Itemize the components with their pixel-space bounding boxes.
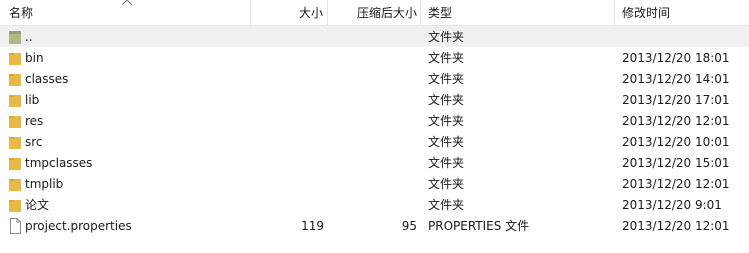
list-item-classes[interactable]: classes 文件夹 2013/12/20 14:01 bbox=[0, 68, 749, 89]
folder-icon bbox=[9, 74, 21, 86]
item-name: tmplib bbox=[25, 177, 64, 191]
item-modified: 2013/12/20 14:01 bbox=[622, 72, 730, 86]
folder-icon bbox=[9, 137, 21, 149]
list-item-tmpclasses[interactable]: tmpclasses 文件夹 2013/12/20 15:01 bbox=[0, 152, 749, 173]
list-item-lib[interactable]: lib 文件夹 2013/12/20 17:01 bbox=[0, 89, 749, 110]
item-size bbox=[251, 131, 324, 152]
item-name: src bbox=[25, 135, 43, 149]
item-type: 文件夹 bbox=[428, 156, 465, 170]
item-compressed-size bbox=[328, 131, 417, 152]
item-modified: 2013/12/20 12:01 bbox=[622, 177, 730, 191]
column-header-modified[interactable]: 修改时间 bbox=[615, 0, 749, 25]
item-size bbox=[251, 26, 324, 47]
list-item-project-properties[interactable]: project.properties 119 95 PROPERTIES 文件 … bbox=[0, 215, 749, 236]
list-item-thesis[interactable]: 论文 文件夹 2013/12/20 9:01 bbox=[0, 194, 749, 215]
item-modified: 2013/12/20 9:01 bbox=[622, 198, 722, 212]
item-size bbox=[251, 152, 324, 173]
item-type: 文件夹 bbox=[428, 135, 465, 149]
item-type: PROPERTIES 文件 bbox=[428, 219, 530, 233]
item-size bbox=[251, 68, 324, 89]
item-compressed-size: 95 bbox=[401, 219, 417, 233]
item-type: 文件夹 bbox=[428, 93, 465, 107]
folder-icon bbox=[9, 95, 21, 107]
item-compressed-size bbox=[328, 26, 417, 47]
folder-icon bbox=[9, 53, 21, 65]
item-name: res bbox=[25, 114, 44, 128]
item-type: 文件夹 bbox=[428, 198, 465, 212]
item-modified: 2013/12/20 15:01 bbox=[622, 156, 730, 170]
item-type: 文件夹 bbox=[428, 177, 465, 191]
column-header-name-label: 名称 bbox=[9, 6, 34, 20]
folder-up-icon bbox=[9, 31, 21, 44]
item-name: lib bbox=[25, 93, 40, 107]
item-compressed-size bbox=[328, 152, 417, 173]
item-modified: 2013/12/20 10:01 bbox=[622, 135, 730, 149]
item-name: classes bbox=[25, 72, 69, 86]
list-item-parent[interactable]: .. 文件夹 bbox=[0, 26, 749, 47]
item-name: .. bbox=[25, 30, 33, 44]
item-compressed-size bbox=[328, 68, 417, 89]
item-compressed-size bbox=[328, 173, 417, 194]
column-header-size-label: 大小 bbox=[298, 6, 323, 20]
folder-icon bbox=[9, 200, 21, 212]
item-size bbox=[251, 173, 324, 194]
column-header-type[interactable]: 类型 bbox=[421, 0, 614, 25]
column-header-compressed[interactable]: 压缩后大小 bbox=[328, 0, 420, 25]
item-type: 文件夹 bbox=[428, 51, 465, 65]
column-header-modified-label: 修改时间 bbox=[622, 6, 671, 20]
folder-icon bbox=[9, 179, 21, 191]
list-item-tmplib[interactable]: tmplib 文件夹 2013/12/20 12:01 bbox=[0, 173, 749, 194]
column-header-size[interactable]: 大小 bbox=[251, 0, 326, 25]
file-icon bbox=[10, 218, 21, 234]
item-modified: 2013/12/20 17:01 bbox=[622, 93, 730, 107]
item-name: project.properties bbox=[25, 219, 132, 233]
item-type: 文件夹 bbox=[428, 30, 465, 44]
item-compressed-size bbox=[328, 194, 417, 215]
item-name: tmpclasses bbox=[25, 156, 93, 170]
item-compressed-size bbox=[328, 89, 417, 110]
item-type: 文件夹 bbox=[428, 114, 465, 128]
item-modified bbox=[622, 26, 749, 47]
item-type: 文件夹 bbox=[428, 72, 465, 86]
item-modified: 2013/12/20 12:01 bbox=[622, 219, 730, 233]
item-modified: 2013/12/20 12:01 bbox=[622, 114, 730, 128]
item-compressed-size bbox=[328, 47, 417, 68]
item-size bbox=[251, 89, 324, 110]
column-header: 名称 大小 压缩后大小 类型 修改时间 bbox=[0, 0, 749, 26]
list-item-src[interactable]: src 文件夹 2013/12/20 10:01 bbox=[0, 131, 749, 152]
item-modified: 2013/12/20 18:01 bbox=[622, 51, 730, 65]
sort-up-icon bbox=[121, 0, 133, 6]
folder-icon bbox=[9, 158, 21, 170]
list-item-bin[interactable]: bin 文件夹 2013/12/20 18:01 bbox=[0, 47, 749, 68]
item-size bbox=[251, 47, 324, 68]
item-compressed-size bbox=[328, 110, 417, 131]
folder-icon bbox=[9, 116, 21, 128]
item-size bbox=[251, 194, 324, 215]
item-size bbox=[251, 110, 324, 131]
column-header-compressed-label: 压缩后大小 bbox=[356, 6, 417, 20]
item-name: bin bbox=[25, 51, 44, 65]
column-header-type-label: 类型 bbox=[428, 6, 453, 20]
item-name: 论文 bbox=[25, 198, 50, 212]
list-item-res[interactable]: res 文件夹 2013/12/20 12:01 bbox=[0, 110, 749, 131]
item-size: 119 bbox=[301, 219, 324, 233]
